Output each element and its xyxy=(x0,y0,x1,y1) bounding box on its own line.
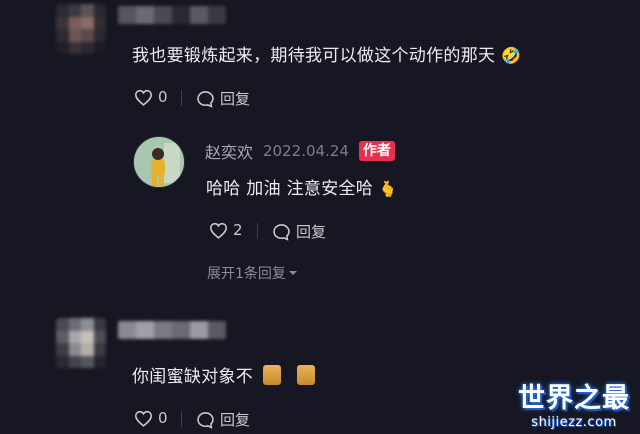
comment2-reply-button[interactable]: 回复 xyxy=(196,409,250,430)
comment2-text-body: 你闺蜜缺对象不 xyxy=(132,367,254,387)
reply-text-body: 哈哈 加油 注意安全哈 xyxy=(206,179,374,199)
reply-bubble-icon xyxy=(272,223,291,241)
reply-like-button[interactable]: 2 xyxy=(209,221,243,239)
comment-text-body: 我也要锻炼起来，期待我可以做这个动作的那天 xyxy=(132,46,496,66)
commenter2-name-blurred[interactable] xyxy=(118,321,226,339)
commenter2-avatar-blurred[interactable] xyxy=(56,318,106,368)
finger-heart-emoji: 🫰 xyxy=(378,180,398,198)
author-name[interactable]: 赵奕欢 xyxy=(205,139,253,163)
commenter-name-blurred[interactable] xyxy=(118,6,226,24)
reply-reply-button[interactable]: 回复 xyxy=(272,221,326,242)
author-badge: 作者 xyxy=(358,141,395,161)
heart-icon xyxy=(134,89,153,106)
commenter-avatar-blurred[interactable] xyxy=(56,4,106,54)
sticker-emoji-1 xyxy=(263,364,282,385)
comment2-reply-label: 回复 xyxy=(220,411,251,429)
reply-button[interactable]: 回复 xyxy=(196,88,250,109)
watermark: 世界之最 shijiezz.com xyxy=(515,376,633,430)
watermark-title: 世界之最 xyxy=(518,383,630,414)
reply-bubble-icon xyxy=(196,411,215,429)
chevron-down-icon xyxy=(288,265,298,281)
divider xyxy=(257,223,258,239)
like-count: 0 xyxy=(158,88,168,106)
comment2-text: 你闺蜜缺对象不 xyxy=(132,362,316,387)
comment-text: 我也要锻炼起来，期待我可以做这个动作的那天 🤣 xyxy=(132,41,521,66)
reply-like-count: 2 xyxy=(233,221,243,239)
rofl-emoji: 🤣 xyxy=(501,46,522,65)
reply-date: 2022.04.24 xyxy=(263,142,349,160)
expand-replies-button[interactable]: 展开1条回复 xyxy=(207,263,298,283)
reply-text: 哈哈 加油 注意安全哈 🫰 xyxy=(206,174,398,199)
divider xyxy=(181,411,182,427)
reply-header: 赵奕欢 2022.04.24 作者 xyxy=(205,139,395,163)
reply-bubble-icon xyxy=(196,90,215,108)
heart-icon xyxy=(134,410,153,427)
comment2-like-button[interactable]: 0 xyxy=(134,409,168,427)
reply-label: 回复 xyxy=(220,90,251,108)
expand-replies-label: 展开1条回复 xyxy=(207,266,286,282)
divider xyxy=(181,90,182,106)
comment2-like-count: 0 xyxy=(158,409,168,427)
watermark-url: shijiezz.com xyxy=(531,415,617,430)
like-button[interactable]: 0 xyxy=(134,88,168,106)
sticker-emoji-2 xyxy=(297,364,316,385)
reply-reply-label: 回复 xyxy=(296,223,327,241)
heart-icon xyxy=(209,222,228,239)
author-avatar[interactable] xyxy=(133,136,185,188)
